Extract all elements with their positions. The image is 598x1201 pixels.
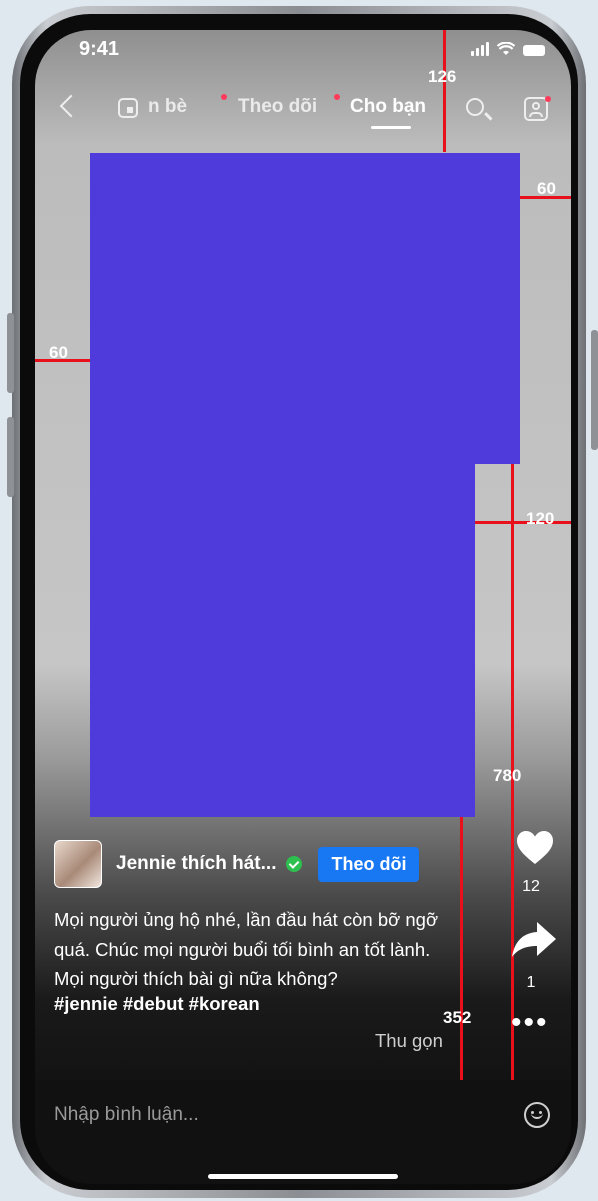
measure-label: 352 — [443, 1008, 472, 1027]
top-navigation: n bè Theo dõi Cho bạn — [35, 90, 571, 130]
measure-label: 780 — [493, 766, 522, 785]
emoji-icon[interactable] — [524, 1102, 550, 1128]
back-icon[interactable] — [59, 94, 83, 118]
status-time: 9:41 — [79, 38, 120, 60]
comment-bar: Nhập bình luận... — [35, 1080, 571, 1184]
creator-name[interactable]: Jennie thích hát... — [116, 853, 276, 875]
status-bar: 9:41 — [35, 30, 571, 70]
live-icon[interactable] — [118, 98, 138, 118]
comment-input[interactable]: Nhập bình luận... — [54, 1104, 199, 1126]
search-icon[interactable] — [466, 98, 484, 116]
measure-label: 120 — [526, 509, 555, 528]
video-placeholder-upper — [90, 153, 520, 464]
side-button-silent — [7, 313, 14, 393]
wifi-icon — [497, 42, 515, 55]
heart-icon[interactable] — [516, 830, 554, 866]
tab-for-you[interactable]: Cho bạn — [350, 96, 426, 118]
video-caption: Mọi người ủng hộ nhé, lần đầu hát còn bỡ… — [54, 909, 439, 989]
tab-following[interactable]: Theo dõi — [238, 96, 317, 118]
status-icons — [471, 42, 545, 56]
profile-notification-dot — [545, 96, 551, 102]
like-count: 12 — [522, 878, 540, 895]
side-button-volume — [7, 417, 14, 497]
profile-icon[interactable] — [524, 97, 548, 121]
share-icon[interactable] — [511, 920, 557, 958]
app-screen: 9:41 n bè Theo dõi Cho bạn 126 60 60 120… — [35, 30, 571, 1184]
avatar[interactable] — [54, 840, 102, 888]
tab-notification-dot — [221, 94, 227, 100]
creator-row: Jennie thích hát... Theo dõi — [54, 840, 420, 888]
measure-label: 60 — [49, 343, 68, 362]
home-indicator — [208, 1174, 398, 1179]
battery-icon — [523, 45, 545, 56]
side-button-power — [591, 330, 598, 450]
guide-line-vertical-780 — [511, 464, 514, 1184]
tab-notification-dot — [334, 94, 340, 100]
measure-label: 60 — [537, 179, 556, 198]
video-placeholder-lower — [90, 463, 475, 817]
hashtags[interactable]: #jennie #debut #korean — [54, 993, 260, 1015]
follow-button[interactable]: Theo dõi — [318, 846, 420, 882]
guide-line-right-120 — [475, 521, 571, 524]
guide-line-vertical-top — [443, 30, 446, 152]
measure-label: 126 — [428, 67, 457, 86]
more-options-icon[interactable]: ••• — [511, 1008, 549, 1038]
tab-active-indicator — [371, 126, 411, 129]
verified-icon — [286, 856, 303, 872]
signal-icon — [471, 42, 489, 56]
collapse-caption-link[interactable]: Thu gọn — [375, 1030, 443, 1052]
tab-friends[interactable]: n bè — [148, 96, 187, 118]
share-count: 1 — [526, 974, 536, 991]
